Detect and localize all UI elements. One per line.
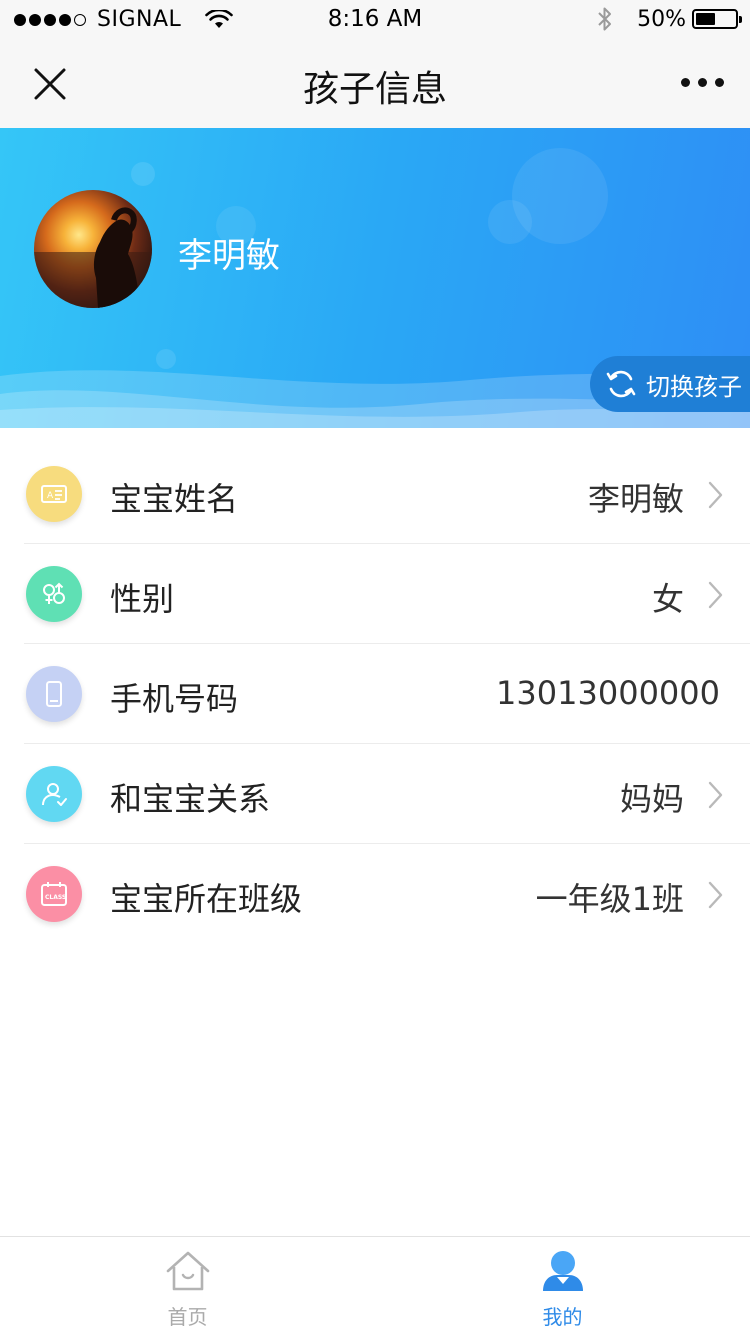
id-card-icon: A — [26, 466, 82, 522]
phone-icon — [26, 666, 82, 722]
phone-label: 手机号码 — [110, 680, 239, 718]
user-icon — [542, 1251, 583, 1291]
list-item-child-name[interactable]: A 宝宝姓名 李明敏 — [0, 444, 750, 544]
child-name-label: 宝宝姓名 — [110, 480, 239, 518]
more-dots-icon[interactable] — [673, 78, 724, 87]
tab-mine-label: 我的 — [542, 1305, 583, 1329]
relation-label: 和宝宝关系 — [110, 780, 271, 818]
list-item-phone: 手机号码 13013000000 — [0, 644, 750, 744]
list-item-class[interactable]: CLASS 宝宝所在班级 一年级1班 — [0, 844, 750, 944]
gender-label: 性别 — [110, 580, 175, 618]
list-item-relation[interactable]: 和宝宝关系 妈妈 — [0, 744, 750, 844]
child-info-page: SIGNAL 8:16 AM 50% 孩子信息 李明敏 切换孩子 A 宝宝姓名 … — [0, 0, 750, 1334]
class-label: 宝宝所在班级 — [110, 880, 303, 918]
navigation-bar: 孩子信息 — [0, 40, 750, 128]
page-title: 孩子信息 — [302, 69, 447, 110]
relation-icon — [26, 766, 82, 822]
switch-child-label: 切换孩子 — [646, 372, 742, 401]
tab-mine[interactable]: 我的 — [375, 1237, 750, 1334]
child-name: 李明敏 — [178, 236, 280, 276]
gender-icon — [26, 566, 82, 622]
class-calendar-icon: CLASS — [26, 866, 82, 922]
battery-fill — [696, 13, 715, 25]
home-icon — [166, 1251, 209, 1291]
battery-percentage: 50% — [637, 6, 686, 32]
bluetooth-icon — [598, 7, 612, 31]
refresh-icon — [606, 370, 636, 398]
bottom-tab-bar: 首页 我的 — [0, 1236, 750, 1334]
switch-child-button[interactable]: 切换孩子 — [590, 356, 750, 412]
list-item-gender[interactable]: 性别 女 — [0, 544, 750, 644]
chevron-right-icon — [708, 781, 723, 809]
svg-text:CLASS: CLASS — [45, 894, 66, 901]
tab-home[interactable]: 首页 — [0, 1237, 375, 1334]
child-info-list: A 宝宝姓名 李明敏 性别 女 手机号码 13013000000 和宝宝关系 妈… — [0, 444, 750, 944]
chevron-right-icon — [708, 481, 723, 509]
profile-banner: 李明敏 切换孩子 — [0, 128, 750, 428]
battery-icon — [692, 9, 742, 29]
status-right: 50% — [597, 6, 742, 32]
relation-value: 妈妈 — [619, 780, 684, 818]
phone-value: 13013000000 — [496, 674, 720, 712]
child-name-value: 李明敏 — [587, 480, 684, 518]
child-avatar[interactable] — [34, 190, 152, 308]
chevron-right-icon — [708, 881, 723, 909]
status-bar: SIGNAL 8:16 AM 50% — [0, 0, 750, 40]
class-value: 一年级1班 — [535, 880, 684, 918]
tab-home-label: 首页 — [167, 1305, 208, 1329]
avatar-photo — [34, 207, 152, 308]
chevron-right-icon — [708, 581, 723, 609]
svg-text:A: A — [47, 491, 54, 501]
gender-value: 女 — [651, 580, 684, 618]
